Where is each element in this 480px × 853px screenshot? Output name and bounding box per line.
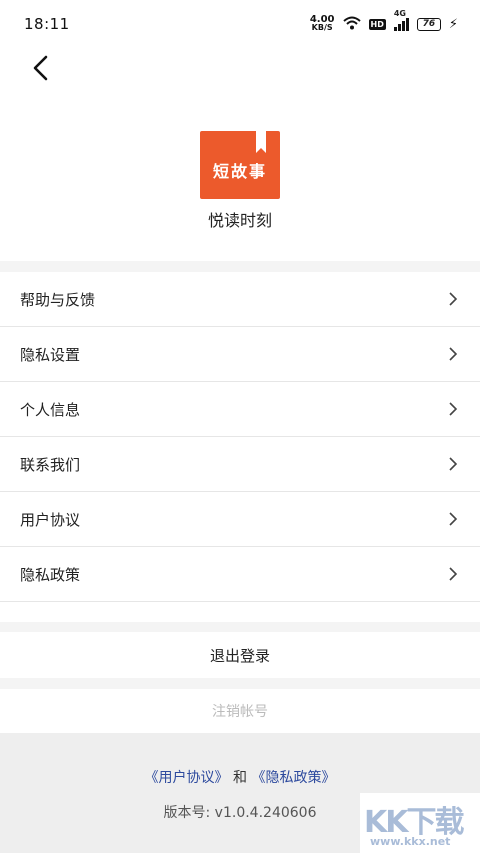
network-speed: 4.00 KB/S (310, 15, 335, 32)
section-divider (0, 622, 480, 632)
network-speed-unit: KB/S (311, 23, 333, 32)
settings-menu: 帮助与反馈 隐私设置 个人信息 联系我们 用户协议 隐私政策 (0, 272, 480, 602)
charging-icon: ⚡ (448, 16, 458, 32)
menu-item-privacy-settings[interactable]: 隐私设置 (0, 327, 480, 382)
signal-icon: 4G (393, 9, 409, 31)
chevron-right-icon (449, 567, 458, 581)
app-name: 悦读时刻 (207, 211, 272, 230)
app-logo: 短故事 (200, 131, 280, 199)
network-type: 4G (393, 8, 406, 18)
back-button[interactable] (22, 50, 58, 86)
chevron-left-icon (33, 55, 48, 81)
watermark: KK下载 www.kkx.net (360, 793, 480, 853)
menu-item-label: 个人信息 (20, 400, 81, 419)
menu-item-label: 隐私设置 (20, 345, 81, 364)
menu-item-help-feedback[interactable]: 帮助与反馈 (0, 272, 480, 327)
chevron-right-icon (449, 457, 458, 471)
privacy-policy-link[interactable]: 《隐私政策》 (251, 770, 335, 786)
bookmark-icon (256, 131, 266, 153)
chevron-right-icon (449, 347, 458, 361)
menu-item-label: 用户协议 (20, 510, 81, 529)
battery-level: 76 (422, 19, 436, 29)
menu-item-label: 隐私政策 (20, 565, 81, 584)
section-divider (0, 678, 480, 689)
menu-item-user-agreement[interactable]: 用户协议 (0, 492, 480, 547)
menu-item-label: 帮助与反馈 (20, 290, 96, 309)
menu-item-privacy-policy[interactable]: 隐私政策 (0, 547, 480, 602)
status-icons: 4.00 KB/S HD 4G 76 ⚡ (310, 9, 458, 34)
menu-item-personal-info[interactable]: 个人信息 (0, 382, 480, 437)
menu-item-contact-us[interactable]: 联系我们 (0, 437, 480, 492)
status-time: 18:11 (24, 15, 70, 33)
battery-icon: 76 (416, 17, 441, 31)
wifi-icon (342, 15, 361, 34)
status-bar: 18:11 4.00 KB/S HD 4G 76 ⚡ (0, 0, 480, 48)
and-text: 和 (233, 770, 247, 786)
chevron-right-icon (449, 402, 458, 416)
section-divider (0, 261, 480, 272)
agreement-links: 《用户协议》 和 《隐私政策》 (0, 767, 480, 787)
hd-badge: HD (368, 18, 386, 30)
chevron-right-icon (449, 292, 458, 306)
logout-button[interactable]: 退出登录 (0, 632, 480, 678)
watermark-url: www.kkx.net (370, 835, 451, 848)
menu-item-label: 联系我们 (20, 455, 81, 474)
cancel-account-button[interactable]: 注销帐号 (0, 689, 480, 733)
app-logo-text: 短故事 (212, 162, 267, 181)
chevron-right-icon (449, 512, 458, 526)
user-agreement-link[interactable]: 《用户协议》 (145, 770, 229, 786)
